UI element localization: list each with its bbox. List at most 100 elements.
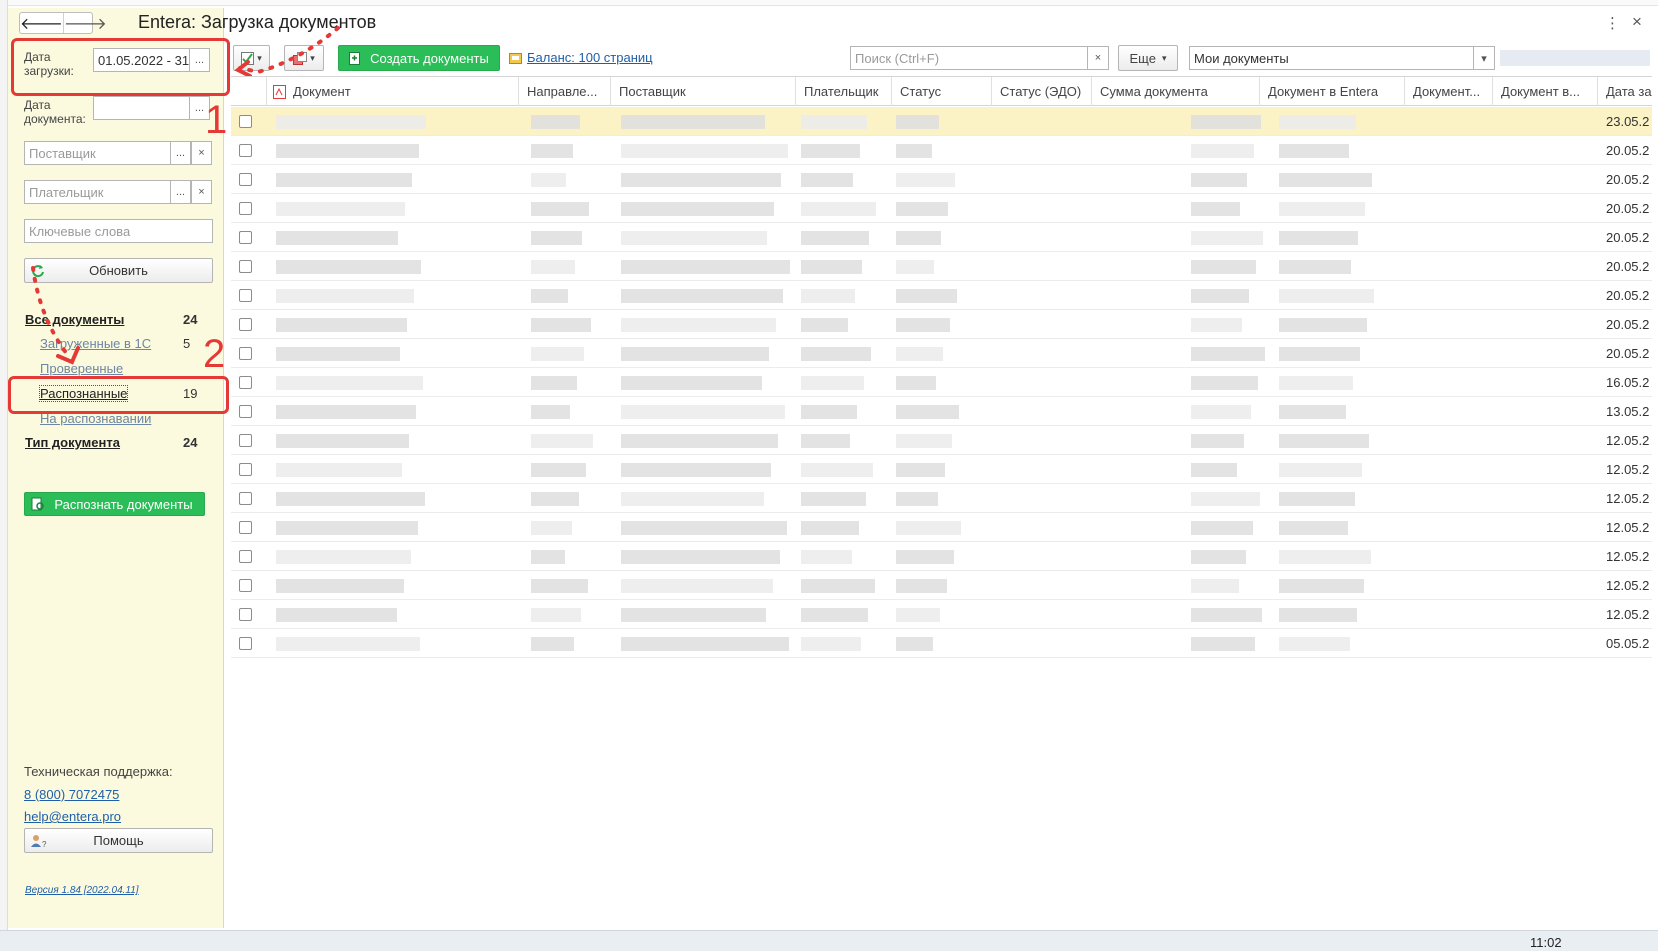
redacted-cell (1279, 318, 1367, 332)
upload-date-cell: 20.05.2 (1606, 143, 1650, 158)
redacted-cell (896, 347, 943, 361)
redacted-cell (801, 347, 871, 361)
col-entera-document[interactable]: Документ в Entera (1259, 77, 1404, 106)
table-row[interactable]: 12.05.2 (231, 426, 1652, 455)
table-row[interactable]: 13.05.2 (231, 397, 1652, 426)
redacted-cell (276, 144, 419, 158)
redacted-cell (621, 434, 778, 448)
table-row[interactable]: 20.05.2 (231, 223, 1652, 252)
redacted-cell (896, 492, 938, 506)
row-checkbox[interactable] (239, 115, 252, 128)
redacted-cell (1279, 202, 1365, 216)
search-input[interactable]: Поиск (Ctrl+F) (850, 46, 1089, 70)
row-checkbox[interactable] (239, 173, 252, 186)
support-phone-link[interactable]: 8 (800) 7072475 (24, 787, 119, 802)
row-checkbox[interactable] (239, 347, 252, 360)
row-checkbox[interactable] (239, 492, 252, 505)
support-email-link[interactable]: help@entera.pro (24, 809, 121, 824)
table-row[interactable]: 12.05.2 (231, 513, 1652, 542)
recognize-documents-button[interactable]: Распознать документы (24, 492, 205, 516)
redacted-cell (896, 173, 955, 187)
table-row[interactable]: 20.05.2 (231, 339, 1652, 368)
row-checkbox[interactable] (239, 463, 252, 476)
redacted-cell (801, 608, 868, 622)
redacted-cell (1279, 608, 1357, 622)
row-checkbox[interactable] (239, 231, 252, 244)
col-amount[interactable]: Сумма документа (1091, 77, 1259, 106)
redacted-cell (531, 521, 572, 535)
redacted-cell (896, 434, 952, 448)
row-checkbox[interactable] (239, 289, 252, 302)
table-row[interactable]: 12.05.2 (231, 571, 1652, 600)
row-checkbox[interactable] (239, 202, 252, 215)
view-select-dropdown[interactable]: ▾ (1473, 46, 1495, 70)
redacted-cell (801, 405, 857, 419)
table-row[interactable]: 16.05.2 (231, 368, 1652, 397)
more-icon[interactable]: ⋮ (1605, 14, 1620, 32)
redacted-cell (531, 231, 582, 245)
nav-recognizing[interactable]: На распознавании (40, 411, 151, 426)
row-checkbox[interactable] (239, 434, 252, 447)
table-row[interactable]: 20.05.2 (231, 310, 1652, 339)
col-upload-date[interactable]: Дата за (1597, 77, 1657, 106)
help-label: Помощь (93, 833, 144, 848)
redacted-cell (621, 202, 774, 216)
col-payer[interactable]: Плательщик (795, 77, 891, 106)
balance-icon (509, 53, 522, 64)
help-button[interactable]: ? Помощь (24, 828, 213, 853)
col-document-2[interactable]: Документ... (1404, 77, 1492, 106)
more-button[interactable]: Еще ▾ (1118, 45, 1178, 71)
row-checkbox[interactable] (239, 144, 252, 157)
row-checkbox[interactable] (239, 376, 252, 389)
table-row[interactable]: 12.05.2 (231, 484, 1652, 513)
version-link[interactable]: Версия 1.84 [2022.04.11] (25, 885, 139, 896)
balance-link[interactable]: Баланс: 100 страниц (527, 50, 653, 65)
redacted-cell (531, 579, 588, 593)
table-row[interactable]: 20.05.2 (231, 136, 1652, 165)
table-row[interactable]: 12.05.2 (231, 600, 1652, 629)
col-document[interactable]: Документ (266, 77, 556, 106)
row-checkbox[interactable] (239, 550, 252, 563)
row-checkbox[interactable] (239, 608, 252, 621)
nav-doc-type[interactable]: Тип документа (25, 435, 120, 450)
search-clear-button[interactable]: × (1087, 46, 1109, 70)
close-icon[interactable]: × (1632, 12, 1642, 32)
view-select[interactable]: Мои документы (1189, 46, 1475, 70)
redacted-cell (276, 347, 400, 361)
nav-doc-type-count: 24 (183, 435, 198, 450)
redacted-cell (896, 521, 961, 535)
redacted-cell (531, 376, 577, 390)
redacted-cell (896, 260, 934, 274)
redacted-cell (531, 260, 575, 274)
table-row[interactable]: 12.05.2 (231, 542, 1652, 571)
col-document-3[interactable]: Документ в... (1492, 77, 1597, 106)
redacted-cell (276, 492, 425, 506)
col-supplier[interactable]: Поставщик (610, 77, 795, 106)
redacted-cell (276, 434, 409, 448)
blurred-toolbar-item (1500, 50, 1650, 66)
redacted-cell (531, 608, 581, 622)
redacted-cell (1191, 231, 1263, 245)
row-checkbox[interactable] (239, 405, 252, 418)
col-edo-status[interactable]: Статус (ЭДО) (991, 77, 1091, 106)
table-row[interactable]: 05.05.2 (231, 629, 1652, 658)
row-checkbox[interactable] (239, 579, 252, 592)
help-user-icon: ? (31, 834, 47, 848)
redacted-cell (621, 347, 769, 361)
row-checkbox[interactable] (239, 521, 252, 534)
redacted-cell (801, 521, 859, 535)
row-checkbox[interactable] (239, 318, 252, 331)
col-status[interactable]: Статус (891, 77, 991, 106)
redacted-cell (896, 405, 959, 419)
table-row[interactable]: 20.05.2 (231, 194, 1652, 223)
row-checkbox[interactable] (239, 260, 252, 273)
row-checkbox[interactable] (239, 637, 252, 650)
table-row[interactable]: 12.05.2 (231, 455, 1652, 484)
col-direction[interactable]: Направле... (518, 77, 610, 106)
redacted-cell (896, 376, 936, 390)
redacted-cell (621, 289, 783, 303)
table-row[interactable]: 20.05.2 (231, 281, 1652, 310)
table-row[interactable]: 20.05.2 (231, 252, 1652, 281)
table-row[interactable]: 23.05.2 (231, 107, 1652, 136)
table-row[interactable]: 20.05.2 (231, 165, 1652, 194)
